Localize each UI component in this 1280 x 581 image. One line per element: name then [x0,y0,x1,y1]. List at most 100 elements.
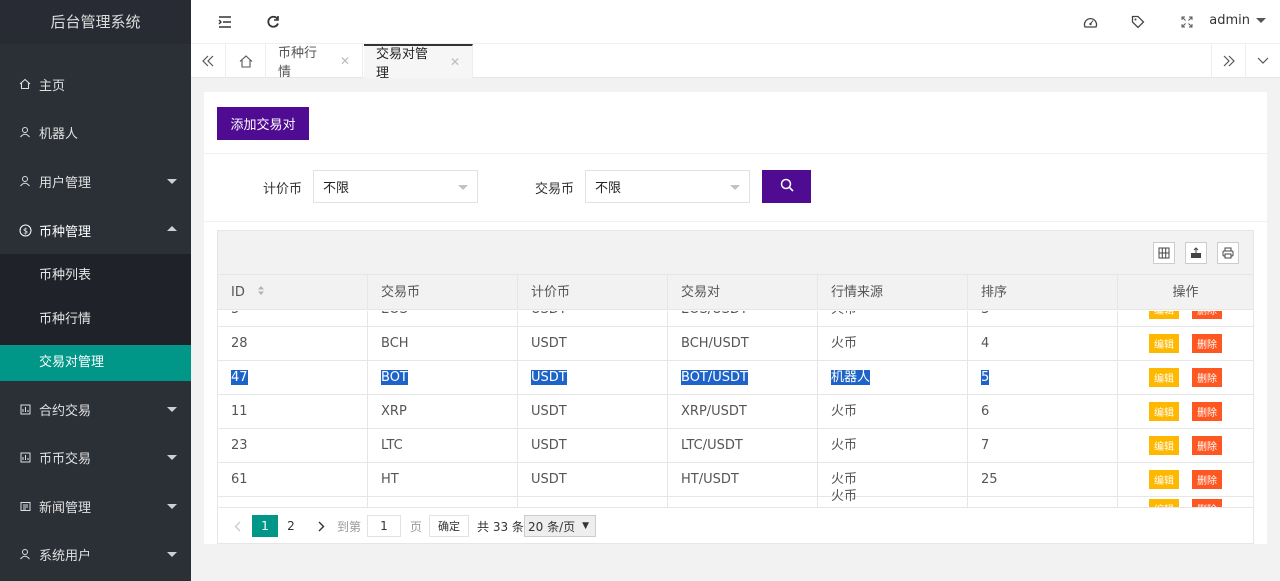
sidebar-item-home[interactable]: 主页 [0,64,191,104]
cell-sort: 3 [968,311,1118,326]
cell-pair: XRP/USDT [668,395,818,428]
tabs-scroll-right-icon[interactable] [1211,44,1246,78]
page-current[interactable]: 1 [252,515,278,537]
quote-currency-select[interactable]: 不限 [313,170,478,203]
columns-icon[interactable] [1153,242,1175,264]
sidebar-item-currency[interactable]: $ 币种管理 [0,210,191,250]
export-icon[interactable] [1185,242,1207,264]
selected-text: USDT [531,370,567,385]
delete-button[interactable]: 删除 [1192,311,1222,319]
sidebar-item-robot[interactable]: 机器人 [0,112,191,152]
base-currency-value: 不限 [595,181,622,196]
cell-base: HT [368,463,518,496]
next-page-icon[interactable] [314,515,328,537]
tab-label: 交易对管理 [376,47,429,81]
tab-currency-quotes[interactable]: 币种行情 ✕ [266,44,363,80]
delete-button[interactable]: 删除 [1192,368,1222,387]
page-size-select[interactable]: 20 条/页 ▼ [524,515,596,537]
delete-button[interactable]: 删除 [1192,436,1222,455]
delete-button[interactable]: 删除 [1192,334,1222,353]
filter-bar: 计价币 不限 交易币 不限 [204,154,1267,222]
column-header-pair: 交易对 [668,275,818,310]
cell-sort: 25 [968,463,1118,496]
cell-base: BCH [368,327,518,360]
base-currency-select[interactable]: 不限 [585,170,750,203]
tab-trading-pairs[interactable]: 交易对管理 ✕ [364,44,473,81]
chevron-down-icon [167,552,177,557]
row-actions: 编辑 删除 [1149,311,1222,319]
edit-button[interactable]: 编辑 [1149,311,1179,319]
tab-label: 币种行情 [278,46,318,80]
total-count: 共 33 条 [477,519,524,534]
edit-button[interactable]: 编辑 [1149,368,1179,387]
sidebar-subitem-trading-pairs[interactable]: 交易对管理 [0,345,191,381]
cell-sort: 5 [968,361,1118,394]
goto-page-input[interactable]: 1 [367,515,401,537]
cell-source: 火币 [818,327,968,360]
tabs-scroll-left-icon[interactable] [191,44,226,78]
close-icon[interactable]: ✕ [450,55,460,69]
sort-icon[interactable] [257,275,265,310]
add-trading-pair-button[interactable]: 添加交易对 [217,107,309,140]
user-icon [18,174,32,188]
sidebar-item-system-users[interactable]: 系统用户 [0,534,191,574]
page-size-value: 20 条/页 [528,519,576,534]
cell-pair: BOT/USDT [668,361,818,394]
column-header-actions: 操作 [1172,285,1199,300]
theme-icon[interactable] [1081,13,1099,31]
sidebar-item-users[interactable]: 用户管理 [0,161,191,201]
fullscreen-icon[interactable] [1178,13,1196,31]
column-header-base: 交易币 [368,275,518,310]
edit-button[interactable]: 编辑 [1149,499,1179,507]
sidebar-subitem-currency-list[interactable]: 币种列表 [0,258,191,294]
refresh-icon[interactable] [264,13,282,31]
column-header-id[interactable]: ID [218,275,368,310]
edit-button[interactable]: 编辑 [1149,402,1179,421]
edit-button[interactable]: 编辑 [1149,334,1179,353]
cell-pair: EOS/USDT [668,311,818,326]
cell-quote: USDT [518,327,668,360]
delete-button[interactable]: 删除 [1192,470,1222,489]
tabs-menu-chevron-icon[interactable] [1246,44,1280,78]
chevron-down-icon [167,455,177,460]
edit-button[interactable]: 编辑 [1149,436,1179,455]
chart-icon [18,402,32,416]
chevron-down-icon [458,185,468,190]
cell-sort: 6 [968,395,1118,428]
table-row: 23 LTC USDT LTC/USDT 火币 7 编辑 删除 [218,429,1253,463]
close-icon[interactable]: ✕ [340,54,350,68]
cell-id: 47 [218,361,368,394]
chart-icon [18,450,32,464]
table-row: 火币 编辑 删除 [218,484,1253,507]
menu-collapse-icon[interactable] [216,13,234,31]
sidebar-item-label: 主页 [39,78,66,94]
column-header-sort: 排序 [968,275,1118,310]
selected-text: 47 [231,370,248,385]
delete-button[interactable]: 删除 [1192,499,1222,507]
home-tab-icon[interactable] [226,44,266,78]
sidebar-item-contract[interactable]: 合约交易 [0,389,191,429]
sidebar-item-news[interactable]: 新闻管理 [0,486,191,526]
cell-pair: BCH/USDT [668,327,818,360]
sidebar-item-spot[interactable]: 币币交易 [0,437,191,477]
edit-button[interactable]: 编辑 [1149,470,1179,489]
print-icon[interactable] [1217,242,1239,264]
goto-label: 到第 [337,519,362,534]
tag-icon[interactable] [1129,13,1147,31]
chevron-down-icon [167,179,177,184]
data-table: ID 交易币 计价币 交易对 行情来源 排序 操作 5 EOS USDT EOS… [217,230,1254,544]
cell-quote: USDT [518,361,668,394]
page-2[interactable]: 2 [284,515,298,537]
prev-page-icon[interactable] [230,515,244,537]
home-icon [18,77,32,91]
row-actions: 编辑 删除 [1149,402,1222,421]
user-menu[interactable]: admin [1209,13,1266,28]
chevron-up-icon [167,226,177,231]
search-button[interactable] [762,170,811,203]
goto-confirm-button[interactable]: 确定 [429,515,469,537]
sidebar-subitem-currency-quotes[interactable]: 币种行情 [0,302,191,338]
delete-button[interactable]: 删除 [1192,402,1222,421]
cell-pair: LTC/USDT [668,429,818,462]
table-row: 5 EOS USDT EOS/USDT 火币 3 编辑 删除 [218,311,1253,327]
selected-text: 机器人 [831,370,871,385]
